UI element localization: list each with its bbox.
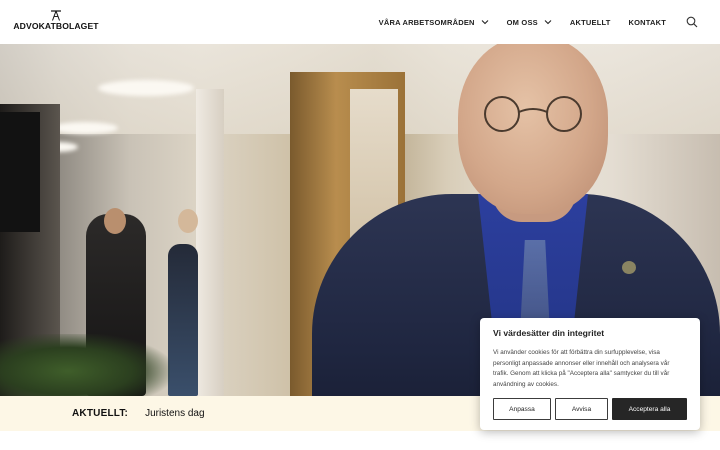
cookie-text: Vi använder cookies för att förbättra di… <box>493 349 670 388</box>
nav-item-label: AKTUELLT <box>569 17 611 27</box>
accept-all-button[interactable]: Acceptera alla <box>612 398 687 420</box>
news-headline-link[interactable]: Juristens dag <box>145 408 204 419</box>
chevron-down-icon <box>544 20 552 25</box>
nav-item-label: KONTAKT <box>628 17 666 27</box>
search-icon[interactable] <box>686 16 698 28</box>
page: ADVOKATBOLAGET VÅRA ARBETSOMRÅDEN OM OSS… <box>0 0 720 450</box>
reject-button[interactable]: Avvisa <box>555 398 608 420</box>
nav-item-arbetsomraden[interactable]: VÅRA ARBETSOMRÅDEN <box>379 18 489 27</box>
lapel-pin <box>622 261 636 274</box>
cookie-buttons: Anpassa Avvisa Acceptera alla <box>493 398 687 420</box>
hero-lamp <box>0 112 40 232</box>
news-label: AKTUELLT: <box>72 408 129 419</box>
logo-mark-icon <box>51 10 61 21</box>
cookie-consent-dialog: Vi värdesätter din integritet Vi använde… <box>480 318 700 430</box>
background-person-head <box>104 208 126 234</box>
ceiling-light <box>52 122 118 134</box>
site-header: ADVOKATBOLAGET VÅRA ARBETSOMRÅDEN OM OSS… <box>0 0 720 44</box>
hero-pillar <box>196 89 224 396</box>
ceiling-light <box>98 80 194 96</box>
customize-button[interactable]: Anpassa <box>493 398 551 420</box>
nav-item-label: VÅRA ARBETSOMRÅDEN <box>378 17 475 27</box>
main-nav: VÅRA ARBETSOMRÅDEN OM OSS AKTUELLT KONTA… <box>361 0 698 44</box>
logo[interactable]: ADVOKATBOLAGET <box>13 10 99 31</box>
nav-item-aktuellt[interactable]: AKTUELLT <box>570 18 611 27</box>
logo-text: ADVOKATBOLAGET <box>13 21 99 31</box>
background-person <box>168 244 198 396</box>
nav-item-label: OM OSS <box>506 17 538 27</box>
glasses-icon <box>484 96 582 132</box>
nav-item-om-oss[interactable]: OM OSS <box>507 18 552 27</box>
cookie-title: Vi värdesätter din integritet <box>493 328 605 338</box>
chevron-down-icon <box>481 20 489 25</box>
hero-plant <box>0 334 170 396</box>
background-person-head <box>178 209 198 233</box>
nav-item-kontakt[interactable]: KONTAKT <box>628 18 666 27</box>
